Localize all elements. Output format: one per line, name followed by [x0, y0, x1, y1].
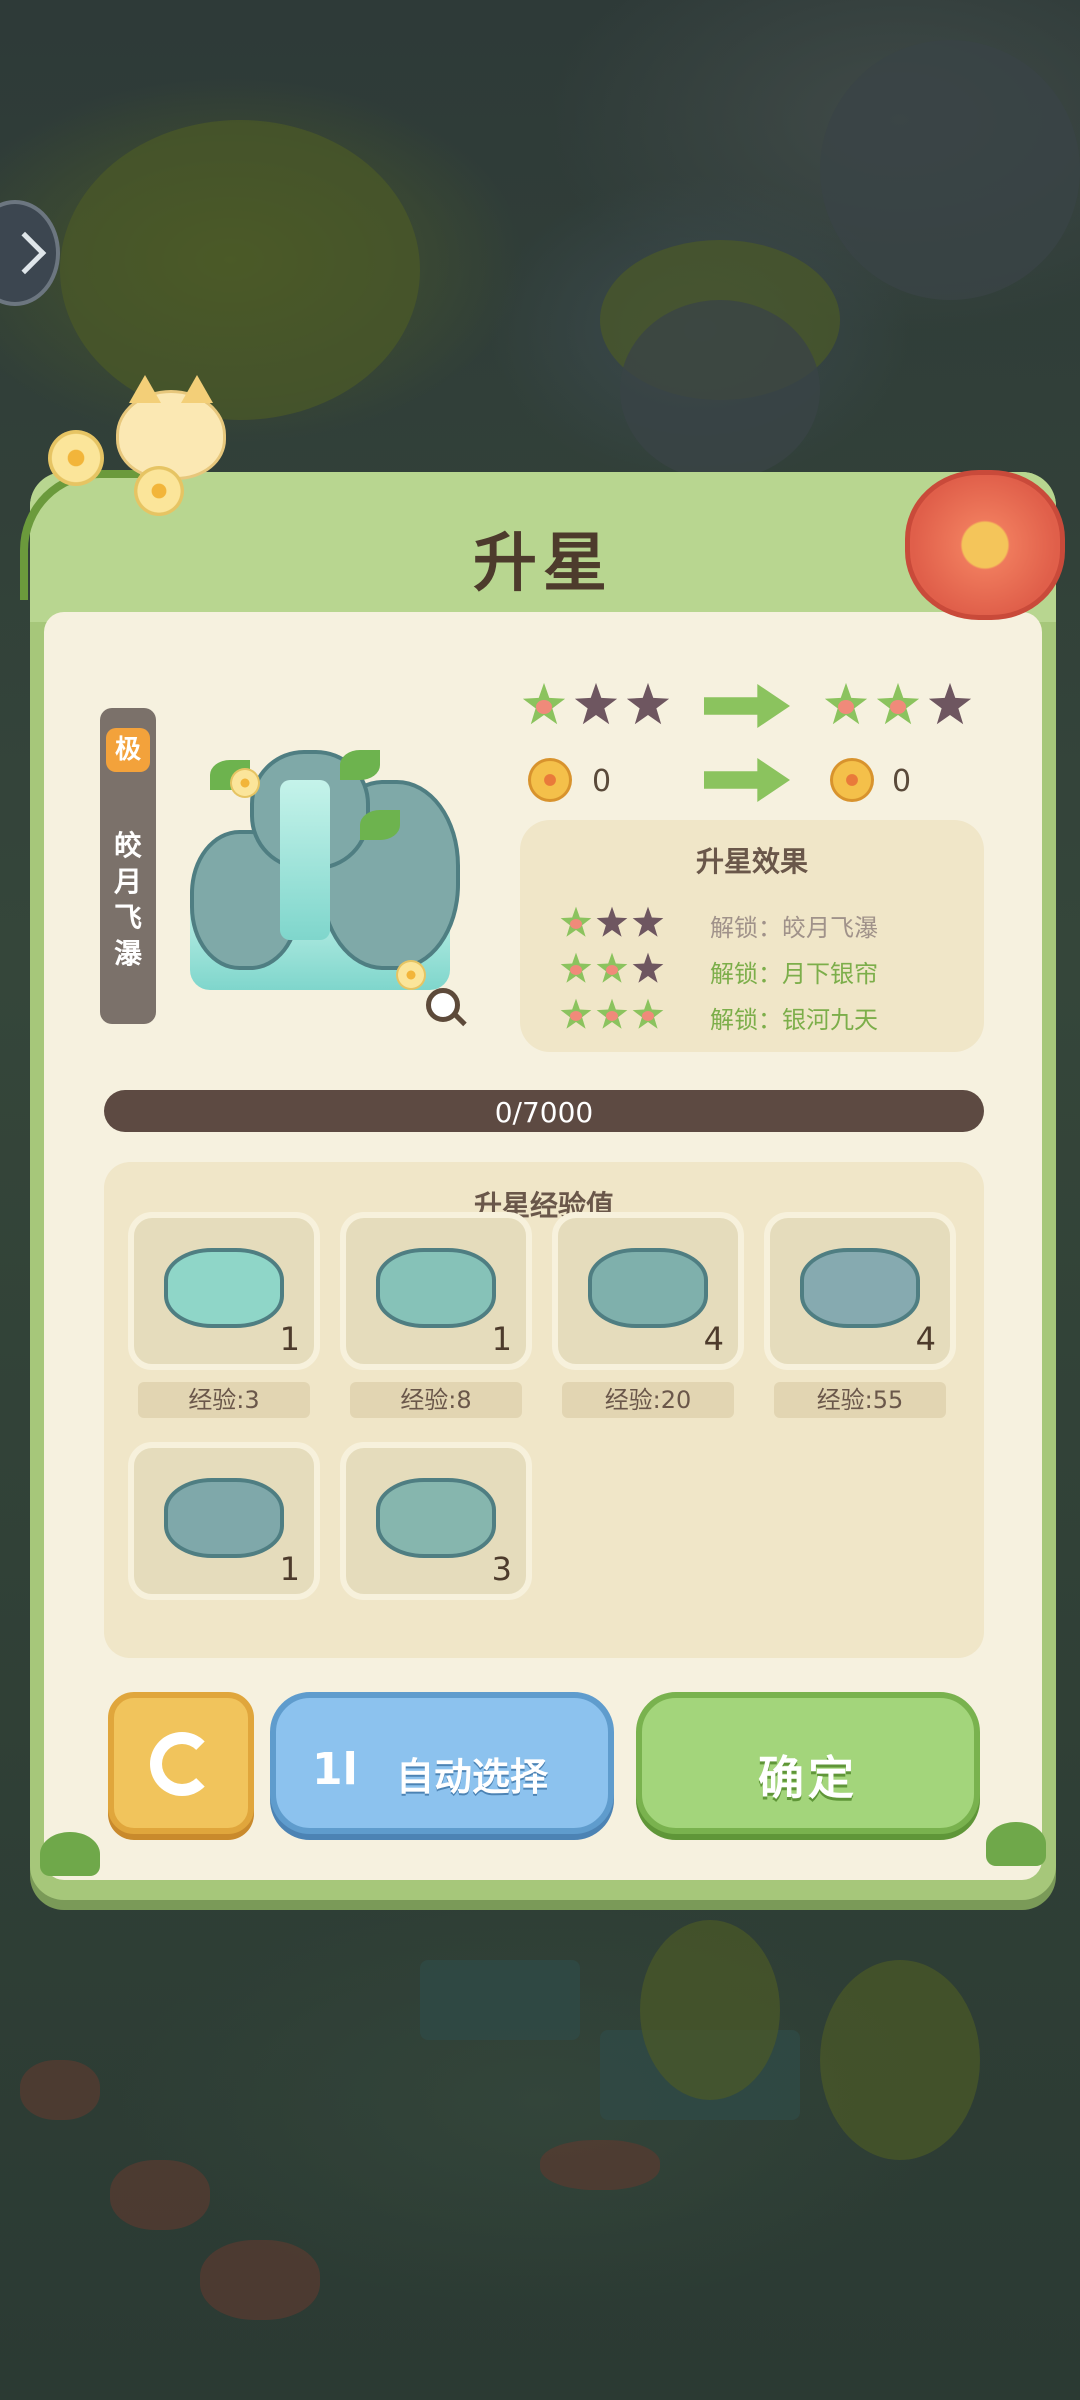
background-tree — [640, 1920, 780, 2100]
background-tile — [420, 1960, 580, 2040]
material-image — [164, 1478, 284, 1558]
auto-select-label: 自动选择 — [396, 1755, 549, 1799]
material-image — [376, 1248, 496, 1328]
refresh-icon — [150, 1732, 214, 1796]
star-empty-icon — [596, 906, 628, 937]
attribute-flower-icon — [528, 758, 572, 802]
sort-icon: 1l — [312, 1744, 358, 1795]
material-count: 4 — [703, 1320, 724, 1358]
material-image — [376, 1478, 496, 1558]
exp-value-label: 经验:8 — [350, 1382, 522, 1418]
material-count: 1 — [279, 1550, 300, 1588]
background-stone — [20, 2060, 100, 2120]
material-slot[interactable]: 4 — [764, 1212, 956, 1370]
effect-text: 解锁：皎月飞瀑 — [710, 914, 878, 942]
confirm-button[interactable]: 确定 — [636, 1692, 980, 1834]
background-stone — [110, 2160, 210, 2230]
star-empty-icon — [632, 906, 664, 937]
exp-material-box: 升星经验值 1 经验:3 1 经验:8 4 经验:20 4 经验:55 1 3 — [104, 1162, 984, 1658]
panel-header: 升星 — [30, 472, 1056, 622]
attribute-flower-icon — [830, 758, 874, 802]
material-slot[interactable]: 3 — [340, 1442, 532, 1600]
background-stone — [200, 2240, 320, 2320]
star-effect-box: 升星效果 解锁：皎月飞瀑 解锁：月下银帘 解锁：银河九天 — [520, 820, 984, 1052]
effect-text: 解锁：月下银帘 — [710, 960, 878, 988]
material-slot[interactable]: 1 — [340, 1212, 532, 1370]
background-rock — [620, 300, 820, 480]
exp-progress-bar: 0/7000 — [104, 1090, 984, 1132]
progress-text: 0/7000 — [494, 1096, 594, 1129]
star-filled-icon — [596, 952, 628, 983]
item-name: 皎月飞瀑 — [113, 829, 142, 970]
star-filled-icon — [632, 998, 664, 1029]
effect-row: 解锁：银河九天 — [560, 996, 960, 1034]
red-flower-decoration — [905, 470, 1065, 620]
star-empty-icon — [632, 952, 664, 983]
magnify-icon[interactable] — [426, 988, 460, 1022]
item-preview-image[interactable] — [170, 740, 470, 1010]
leaf — [360, 810, 400, 840]
effect-row: 解锁：皎月飞瀑 — [560, 904, 960, 942]
material-count: 1 — [491, 1320, 512, 1358]
material-slot[interactable]: 4 — [552, 1212, 744, 1370]
flower-decoration — [48, 430, 104, 486]
auto-select-button[interactable]: 1l 自动选择 — [270, 1692, 614, 1834]
item-name-tag: 极 皎月飞瀑 — [100, 708, 156, 1024]
current-attribute-value: 0 — [592, 764, 612, 799]
leaf — [340, 750, 380, 780]
material-count: 3 — [491, 1550, 512, 1588]
star-filled-icon — [560, 952, 592, 983]
material-slot[interactable]: 1 — [128, 1212, 320, 1370]
confirm-label: 确定 — [758, 1751, 858, 1805]
effect-row: 解锁：月下银帘 — [560, 950, 960, 988]
cat-mascot — [116, 375, 226, 480]
material-slot[interactable]: 1 — [128, 1442, 320, 1600]
flower — [230, 768, 260, 798]
grass-decoration — [40, 1832, 100, 1876]
background-stone — [540, 2140, 660, 2190]
exp-value-label: 经验:20 — [562, 1382, 734, 1418]
star-filled-icon — [560, 998, 592, 1029]
star-filled-icon — [596, 998, 628, 1029]
next-attribute-value: 0 — [892, 764, 912, 799]
flower — [396, 960, 426, 990]
flower-decoration — [134, 466, 184, 516]
material-image — [588, 1248, 708, 1328]
grass-decoration — [986, 1822, 1046, 1866]
effect-title: 升星效果 — [695, 845, 808, 878]
waterfall — [280, 780, 330, 940]
material-count: 1 — [279, 1320, 300, 1358]
material-image — [164, 1248, 284, 1328]
exp-value-label: 经验:3 — [138, 1382, 310, 1418]
rarity-badge: 极 — [106, 728, 150, 772]
reset-button[interactable] — [108, 1692, 254, 1834]
star-filled-icon — [560, 906, 592, 937]
effect-text: 解锁：银河九天 — [710, 1006, 878, 1034]
background-rock — [820, 40, 1080, 300]
background-tree — [60, 120, 420, 420]
chevron-right-icon — [3, 231, 47, 275]
background-tree — [820, 1960, 980, 2160]
exp-value-label: 经验:55 — [774, 1382, 946, 1418]
material-image — [800, 1248, 920, 1328]
panel-title: 升星 — [473, 527, 613, 601]
material-count: 4 — [915, 1320, 936, 1358]
